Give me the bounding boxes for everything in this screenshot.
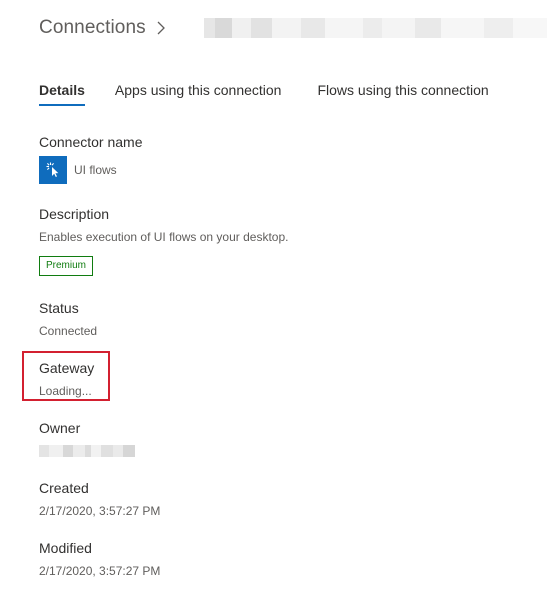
gateway-field: Gateway Loading... bbox=[39, 359, 94, 399]
cursor-click-icon bbox=[39, 156, 67, 184]
tab-bar: Details Apps using this connection Flows… bbox=[39, 80, 489, 110]
owner-label: Owner bbox=[39, 420, 81, 436]
breadcrumb: Connections bbox=[39, 16, 547, 40]
created-label: Created bbox=[39, 480, 89, 496]
breadcrumb-connection-name-redacted bbox=[204, 18, 547, 38]
tab-details[interactable]: Details bbox=[39, 80, 85, 108]
breadcrumb-connections-link[interactable]: Connections bbox=[39, 17, 146, 39]
status-label: Status bbox=[39, 300, 79, 316]
tab-apps-using-connection[interactable]: Apps using this connection bbox=[115, 80, 282, 108]
description-value: Enables execution of UI flows on your de… bbox=[39, 230, 289, 244]
gateway-value: Loading... bbox=[39, 384, 92, 398]
gateway-label: Gateway bbox=[39, 360, 95, 376]
chevron-right-icon bbox=[157, 21, 165, 35]
status-value: Connected bbox=[39, 324, 98, 338]
connector-name-label: Connector name bbox=[39, 134, 143, 150]
owner-field: Owner bbox=[39, 419, 135, 457]
premium-badge: Premium bbox=[39, 256, 94, 276]
owner-value-redacted bbox=[39, 445, 135, 457]
created-value: 2/17/2020, 3:57:27 PM bbox=[39, 504, 161, 518]
modified-label: Modified bbox=[39, 540, 92, 556]
connector-name-value: UI flows bbox=[74, 163, 117, 177]
description-field: Description Enables execution of UI flow… bbox=[39, 205, 288, 276]
status-field: Status Connected bbox=[39, 299, 97, 339]
description-label: Description bbox=[39, 206, 110, 222]
modified-field: Modified 2/17/2020, 3:57:27 PM bbox=[39, 539, 160, 579]
created-field: Created 2/17/2020, 3:57:27 PM bbox=[39, 479, 160, 519]
connector-name-field: Connector name UI flows bbox=[39, 133, 143, 184]
connector-row: UI flows bbox=[39, 156, 143, 184]
modified-value: 2/17/2020, 3:57:27 PM bbox=[39, 564, 161, 578]
tab-flows-using-connection[interactable]: Flows using this connection bbox=[317, 80, 488, 108]
connection-details-page: Connections Details Apps using this conn… bbox=[0, 0, 547, 604]
